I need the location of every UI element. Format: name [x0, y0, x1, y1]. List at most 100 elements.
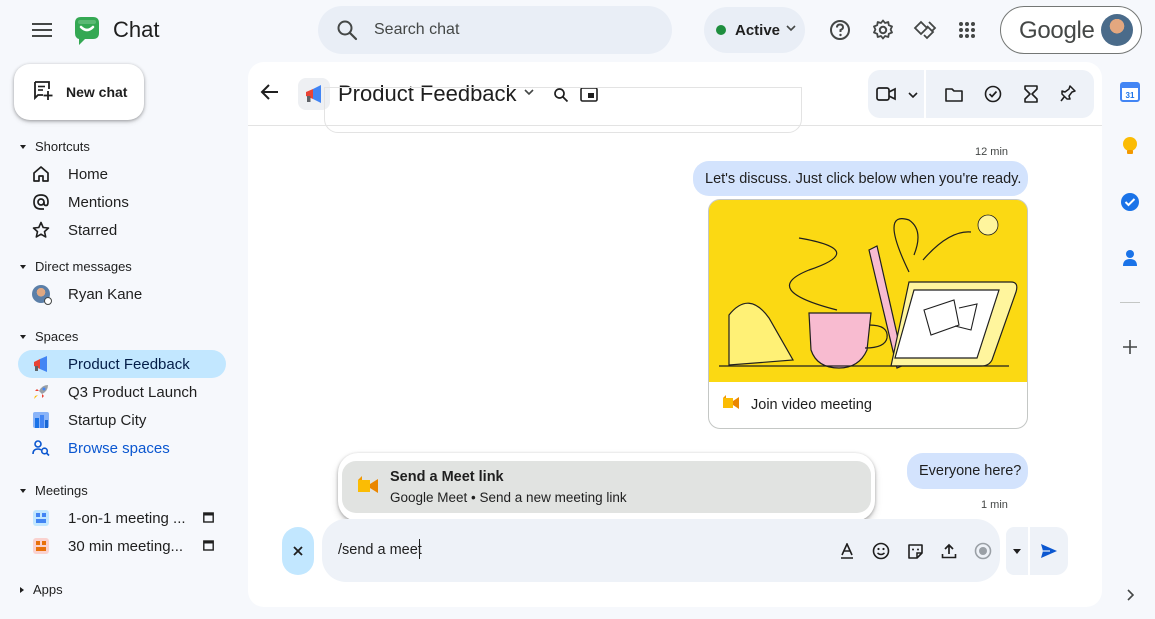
- space-item-startup-city[interactable]: Startup City: [18, 406, 226, 434]
- message-timestamp: 12 min: [975, 146, 1009, 158]
- space-item-q3-product-launch[interactable]: Q3 Product Launch: [18, 378, 226, 406]
- slash-command-suggestions: Send a Meet link Google Meet • Send a ne…: [338, 453, 875, 521]
- message-bubble[interactable]: Let's discuss. Just click below when you…: [693, 161, 1028, 196]
- nav-item-label: Browse spaces: [68, 440, 170, 457]
- caret-down-icon: [1013, 548, 1021, 554]
- message-composer[interactable]: /send a meet: [322, 519, 1000, 582]
- gemini-sparkle-icon: [913, 20, 937, 40]
- calendar-app-button[interactable]: 31: [1118, 80, 1142, 104]
- collapse-triangle-icon: [20, 264, 26, 269]
- new-chat-label: New chat: [66, 84, 128, 100]
- dm-item-ryan-kane[interactable]: Ryan Kane: [18, 280, 226, 308]
- search-bar[interactable]: [318, 6, 672, 54]
- expand-triangle-icon: [20, 586, 24, 593]
- sticker-button[interactable]: [898, 538, 932, 564]
- app-title: Chat: [113, 17, 160, 42]
- chevron-right-icon: [1127, 589, 1134, 601]
- nav-item-label: Product Feedback: [68, 356, 190, 373]
- browse-spaces-icon: [32, 440, 50, 457]
- status-selector[interactable]: Active: [704, 7, 805, 53]
- nav-item-label: Mentions: [68, 194, 129, 211]
- nav-item-starred[interactable]: Starred: [18, 216, 226, 244]
- apps-section-toggle[interactable]: Apps: [20, 582, 63, 597]
- new-chat-icon: [34, 81, 53, 101]
- record-icon: [974, 542, 992, 560]
- chat-logo[interactable]: [70, 14, 104, 48]
- header-actions: [868, 70, 1094, 118]
- direct-messages-section-toggle[interactable]: Direct messages: [20, 259, 132, 274]
- close-icon: [293, 546, 303, 556]
- get-addons-button[interactable]: [1118, 335, 1142, 359]
- rail-divider: [1120, 302, 1140, 303]
- upload-file-button[interactable]: [932, 538, 966, 564]
- google-contacts-icon: [1123, 250, 1137, 266]
- search-input[interactable]: [374, 6, 654, 54]
- meeting-icon: [33, 538, 49, 554]
- meetings-section-toggle[interactable]: Meetings: [20, 483, 88, 498]
- folder-icon[interactable]: [944, 87, 963, 102]
- shortcuts-section-toggle[interactable]: Shortcuts: [20, 139, 90, 154]
- browse-spaces-link[interactable]: Browse spaces: [18, 434, 226, 462]
- new-chat-button[interactable]: New chat: [14, 64, 144, 120]
- city-icon: [33, 412, 49, 428]
- apps-heading: Apps: [33, 582, 63, 597]
- settings-button[interactable]: [863, 10, 903, 50]
- google-keep-icon: [1123, 137, 1137, 154]
- google-calendar-icon: 31: [1120, 82, 1140, 102]
- main-menu-button[interactable]: [22, 10, 62, 50]
- status-dot: [716, 25, 726, 35]
- space-item-product-feedback[interactable]: Product Feedback: [18, 350, 226, 378]
- avatar: [32, 285, 52, 305]
- send-button[interactable]: [1030, 527, 1068, 575]
- google-apps-button[interactable]: [947, 10, 987, 50]
- expand-side-panel-button[interactable]: [1118, 583, 1142, 607]
- message-input[interactable]: /send a meet: [338, 542, 422, 558]
- contacts-app-button[interactable]: [1118, 246, 1142, 270]
- meeting-item-30min[interactable]: 30 min meeting...: [18, 532, 226, 560]
- suggestion-send-meet-link[interactable]: Send a Meet link Google Meet • Send a ne…: [342, 461, 871, 513]
- emoji-button[interactable]: [864, 538, 898, 564]
- tasks-app-button[interactable]: [1118, 190, 1142, 214]
- spaces-section-toggle[interactable]: Spaces: [20, 329, 78, 344]
- task-check-icon[interactable]: [984, 85, 1002, 103]
- video-camera-icon: [876, 87, 896, 101]
- message-bubble[interactable]: Everyone here?: [907, 453, 1028, 489]
- flow-icon[interactable]: [1023, 85, 1039, 103]
- nav-item-mentions[interactable]: Mentions: [18, 188, 226, 216]
- chat-logo-icon: [75, 17, 99, 45]
- account-button[interactable]: Google: [1000, 6, 1142, 54]
- apps-grid-icon: [959, 22, 975, 38]
- pin-icon[interactable]: [1059, 85, 1076, 103]
- message-text: Everyone here?: [919, 463, 1022, 479]
- send-options-button[interactable]: [1006, 527, 1028, 575]
- nav-item-home[interactable]: Home: [18, 160, 226, 188]
- search-icon[interactable]: [336, 19, 358, 41]
- star-icon: [32, 221, 50, 238]
- hamburger-menu-icon: [32, 23, 52, 37]
- start-video-call-button[interactable]: [868, 70, 924, 118]
- keep-app-button[interactable]: [1118, 134, 1142, 158]
- record-video-button[interactable]: [966, 538, 1000, 564]
- back-arrow-icon[interactable]: [260, 82, 280, 102]
- help-icon: [830, 20, 850, 40]
- calendar-icon: [203, 540, 214, 551]
- close-command-button[interactable]: [282, 527, 314, 575]
- nav-item-label: Startup City: [68, 412, 147, 429]
- gemini-button[interactable]: [905, 10, 945, 50]
- meet-invite-card[interactable]: Join video meeting: [708, 199, 1028, 429]
- join-video-meeting-button[interactable]: Join video meeting: [709, 382, 1027, 428]
- send-icon: [1041, 544, 1057, 558]
- format-text-button[interactable]: [830, 538, 864, 564]
- text-caret: [419, 539, 420, 559]
- meeting-item-1on1[interactable]: 1-on-1 meeting ...: [18, 504, 226, 532]
- account-avatar: [1101, 14, 1133, 46]
- suggestion-title: Send a Meet link: [390, 469, 504, 485]
- join-video-meeting-label: Join video meeting: [751, 397, 872, 413]
- collapse-triangle-icon: [20, 488, 26, 493]
- presence-dot: [44, 297, 52, 305]
- upload-icon: [941, 543, 957, 559]
- help-button[interactable]: [820, 10, 860, 50]
- gear-icon: [873, 19, 893, 40]
- home-icon: [33, 166, 49, 182]
- previous-message-card: [324, 87, 802, 133]
